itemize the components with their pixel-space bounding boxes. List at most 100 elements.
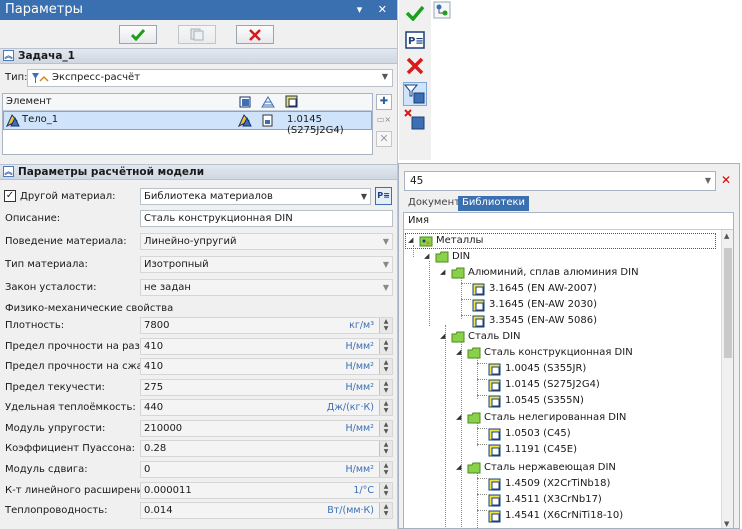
tree-node-label: DIN (452, 251, 471, 262)
prop-unit: Н/мм² (345, 382, 375, 393)
spinner-icon[interactable]: ▲ ▼ (379, 441, 392, 456)
tree-node-label: Алюминий, сплав алюминия DIN (468, 267, 639, 278)
spinner-icon[interactable]: ▲ ▼ (379, 483, 392, 498)
add-element-button[interactable]: ✚ (376, 94, 392, 110)
other-material-checkbox[interactable]: ✓ (4, 190, 16, 202)
thermal-expansion-field[interactable]: 0.000011 1/°С ▲ ▼ (140, 482, 393, 499)
prop-unit: Н/мм² (345, 341, 375, 352)
filter-command[interactable] (403, 82, 427, 106)
parameters-panel: Параметры ▾ ✕ ︽ Задача_1 Тип: Экспресс-р… (0, 0, 398, 529)
tree-connector (461, 315, 471, 316)
expand-arrow-icon[interactable]: ◢ (456, 348, 461, 356)
expand-arrow-icon[interactable]: ◢ (456, 463, 461, 471)
material-properties-button[interactable]: P≡ (375, 187, 392, 205)
tree-scrollbar[interactable]: ▲ ▼ (721, 230, 733, 528)
pick-element-button[interactable]: ▭× (376, 113, 392, 129)
description-row: Описание: Сталь конструкционная DIN (0, 209, 397, 229)
field-label: Описание: (5, 213, 61, 224)
remove-filter-command[interactable] (403, 108, 427, 132)
type-select[interactable]: Экспресс-расчёт ▼ (27, 69, 393, 87)
spinner-icon[interactable]: ▲ ▼ (379, 503, 392, 518)
remove-element-button[interactable]: ✕ (376, 131, 392, 147)
type-select-value: Экспресс-расчёт (52, 72, 141, 83)
spinner-icon[interactable]: ▲ ▼ (379, 339, 392, 354)
grid-row-name: Тело_1 (22, 114, 59, 125)
prop-label: Модуль упругости: (5, 423, 106, 434)
prop-value: 410 (144, 341, 164, 352)
mesh-column-icon (261, 96, 275, 108)
tree-node-label: 1.0545 (S355N) (505, 395, 584, 406)
material-type-row: Тип материала: Изотропный ▼ (0, 255, 397, 275)
thermal-conductivity-field[interactable]: 0.014 Вт/(мм·К) ▲ ▼ (140, 502, 393, 519)
expand-arrow-icon[interactable]: ◢ (440, 332, 445, 340)
material-tree: Имя ◢ Металлы ◢ DIN ◢ Алюминий, сплав ал… (403, 212, 734, 528)
model-section-header[interactable]: ︽ Параметры расчётной модели (0, 164, 397, 180)
extra-command[interactable] (431, 0, 453, 20)
cancel-command[interactable] (403, 54, 427, 78)
material-type-select[interactable]: Изотропный ▼ (140, 256, 393, 273)
preview-button[interactable] (178, 25, 216, 44)
hierarchy-icon (433, 1, 451, 19)
task-section-header[interactable]: ︽ Задача_1 (0, 48, 397, 64)
material-properties-command[interactable]: P≡ (403, 28, 427, 52)
library-folder-icon (419, 236, 433, 247)
prop-row: Теплопроводность: 0.014 Вт/(мм·К) ▲ ▼ (0, 501, 397, 521)
panel-window-buttons[interactable]: ▾ ✕ (357, 0, 393, 20)
prop-value: 210000 (144, 423, 183, 434)
spinner-icon[interactable]: ▲ ▼ (379, 380, 392, 395)
material-icon (488, 395, 501, 408)
tree-connector (477, 494, 487, 495)
spinner-icon[interactable]: ▲ ▼ (379, 462, 392, 477)
grid-row-selected[interactable]: Тело_1 1.0145 (S275J2G4) (3, 111, 372, 136)
tree-node-label: Металлы (436, 235, 484, 246)
yield-strength-field[interactable]: 275 Н/мм² ▲ ▼ (140, 379, 393, 396)
scroll-down-icon[interactable]: ▼ (724, 520, 729, 528)
ok-button[interactable] (119, 25, 157, 44)
prop-label: Модуль сдвига: (5, 464, 88, 475)
expand-arrow-icon[interactable]: ◢ (456, 413, 461, 421)
behavior-select[interactable]: Линейно-упругий ▼ (140, 233, 393, 250)
tab-document[interactable]: Документ (404, 196, 464, 211)
spinner-icon[interactable]: ▲ ▼ (379, 400, 392, 415)
expand-arrow-icon[interactable]: ◢ (408, 236, 413, 244)
specific-heat-field[interactable]: 440 Дж/(кг·К) ▲ ▼ (140, 399, 393, 416)
tree-node-label: 1.4541 (X6CrNiTi18-10) (505, 510, 624, 521)
collapse-icon[interactable]: ︽ (3, 166, 14, 177)
spinner-icon[interactable]: ▲ ▼ (379, 318, 392, 333)
fatigue-select[interactable]: не задан ▼ (140, 279, 393, 296)
field-value: не задан (144, 282, 191, 293)
tree-connector (477, 510, 487, 511)
prop-row: Плотность: 7800 кг/м³ ▲ ▼ (0, 316, 397, 336)
clear-search-button[interactable]: ✕ (721, 173, 731, 187)
scrollbar-thumb[interactable] (724, 248, 732, 358)
field-label: Закон усталости: (5, 282, 97, 293)
compressive-strength-field[interactable]: 410 Н/мм² ▲ ▼ (140, 358, 393, 375)
other-material-row: ✓ Другой материал: Библиотека материалов… (0, 187, 397, 207)
spinner-icon[interactable]: ▲ ▼ (379, 359, 392, 374)
elastic-modulus-field[interactable]: 210000 Н/мм² ▲ ▼ (140, 420, 393, 437)
material-icon (472, 299, 485, 312)
scroll-up-icon[interactable]: ▲ (724, 232, 729, 240)
expand-arrow-icon[interactable]: ◢ (440, 268, 445, 276)
folder-icon (451, 331, 465, 343)
tree-connector (461, 299, 471, 300)
tensile-strength-field[interactable]: 410 Н/мм² ▲ ▼ (140, 338, 393, 355)
material-icon (488, 428, 501, 441)
spinner-icon[interactable]: ▲ ▼ (379, 421, 392, 436)
cancel-button[interactable] (236, 25, 274, 44)
expand-arrow-icon[interactable]: ◢ (424, 252, 429, 260)
body-column-icon (239, 96, 251, 108)
tree-connector (461, 341, 462, 528)
material-source-select[interactable]: Библиотека материалов ▼ (140, 188, 371, 205)
shear-modulus-field[interactable]: 0 Н/мм² ▲ ▼ (140, 461, 393, 478)
prop-value: 440 (144, 402, 164, 413)
density-field[interactable]: 7800 кг/м³ ▲ ▼ (140, 317, 393, 334)
apply-command[interactable] (403, 1, 427, 25)
collapse-icon[interactable]: ︽ (3, 50, 14, 61)
material-search-combo[interactable]: 45 ▼ (404, 171, 716, 191)
poisson-ratio-field[interactable]: 0.28 ▲ ▼ (140, 440, 393, 457)
tree-connector (477, 478, 487, 479)
tab-libraries[interactable]: Библиотеки (458, 196, 530, 211)
close-icon (406, 57, 424, 75)
description-field[interactable]: Сталь конструкционная DIN (140, 210, 393, 227)
